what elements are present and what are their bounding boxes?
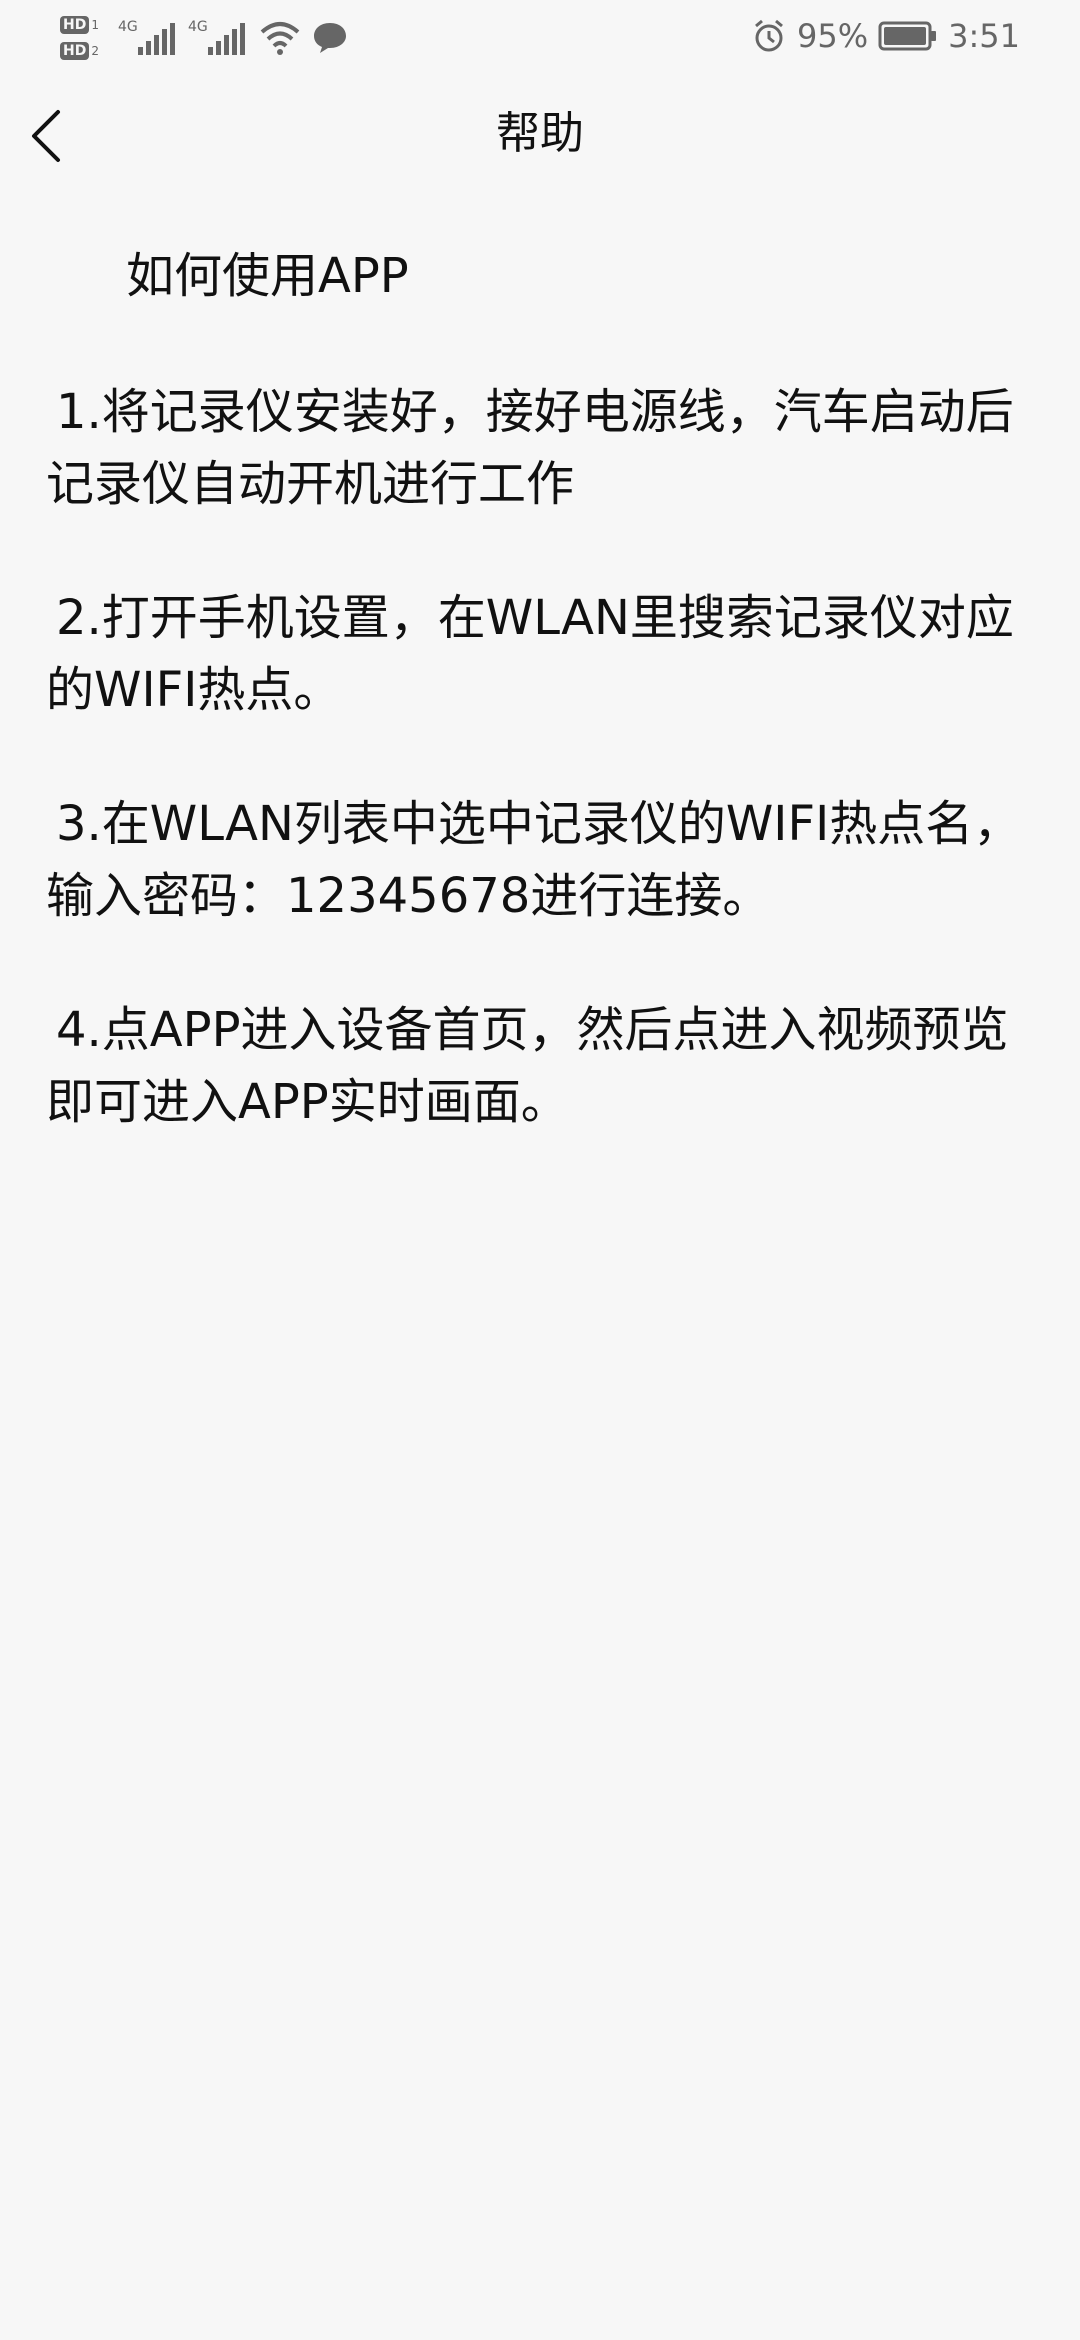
clock: 3:51	[948, 17, 1020, 55]
hd-label: HD	[60, 42, 90, 60]
sim-number: 2	[91, 44, 99, 58]
sim-number: 1	[91, 18, 99, 32]
battery-icon	[878, 21, 937, 51]
help-step: 2.打开手机设置，在WLAN里搜索记录仪对应的WIFI热点。	[46, 590, 1014, 718]
message-icon	[312, 21, 348, 55]
hd-icon: HD 1	[60, 15, 108, 35]
wifi-icon	[258, 20, 302, 56]
signal-bars-icon	[208, 23, 245, 55]
page-title: 帮助	[496, 108, 584, 159]
help-step: 3.在WLAN列表中选中记录仪的WIFI热点名，输入密码：12345678进行连…	[46, 796, 1022, 924]
status-bar: HD 1 HD 2 4G 4G 95% 3:51	[0, 0, 1080, 72]
hd-icon: HD 2	[60, 41, 108, 61]
help-heading: 如何使用APP	[126, 248, 409, 304]
alarm-icon	[755, 19, 783, 52]
help-step: 1.将记录仪安装好，接好电源线，汽车启动后记录仪自动开机进行工作	[46, 384, 1014, 512]
hd-label: HD	[60, 16, 90, 34]
status-left: HD 1 HD 2 4G 4G	[60, 8, 348, 68]
hd-icons: HD 1 HD 2	[60, 15, 108, 61]
app-bar: 帮助	[0, 84, 1080, 184]
help-steps: 1.将记录仪安装好，接好电源线，汽车启动后记录仪自动开机进行工作 2.打开手机设…	[46, 376, 1036, 1200]
status-right: 95% 3:51	[751, 12, 1020, 60]
help-step: 4.点APP进入设备首页，然后点进入视频预览即可进入APP实时画面。	[46, 1002, 1009, 1130]
signal-icon: 4G	[118, 17, 178, 59]
signal-icon: 4G	[188, 17, 248, 59]
battery-percent: 95%	[797, 17, 869, 55]
signal-bars-icon	[138, 23, 175, 55]
